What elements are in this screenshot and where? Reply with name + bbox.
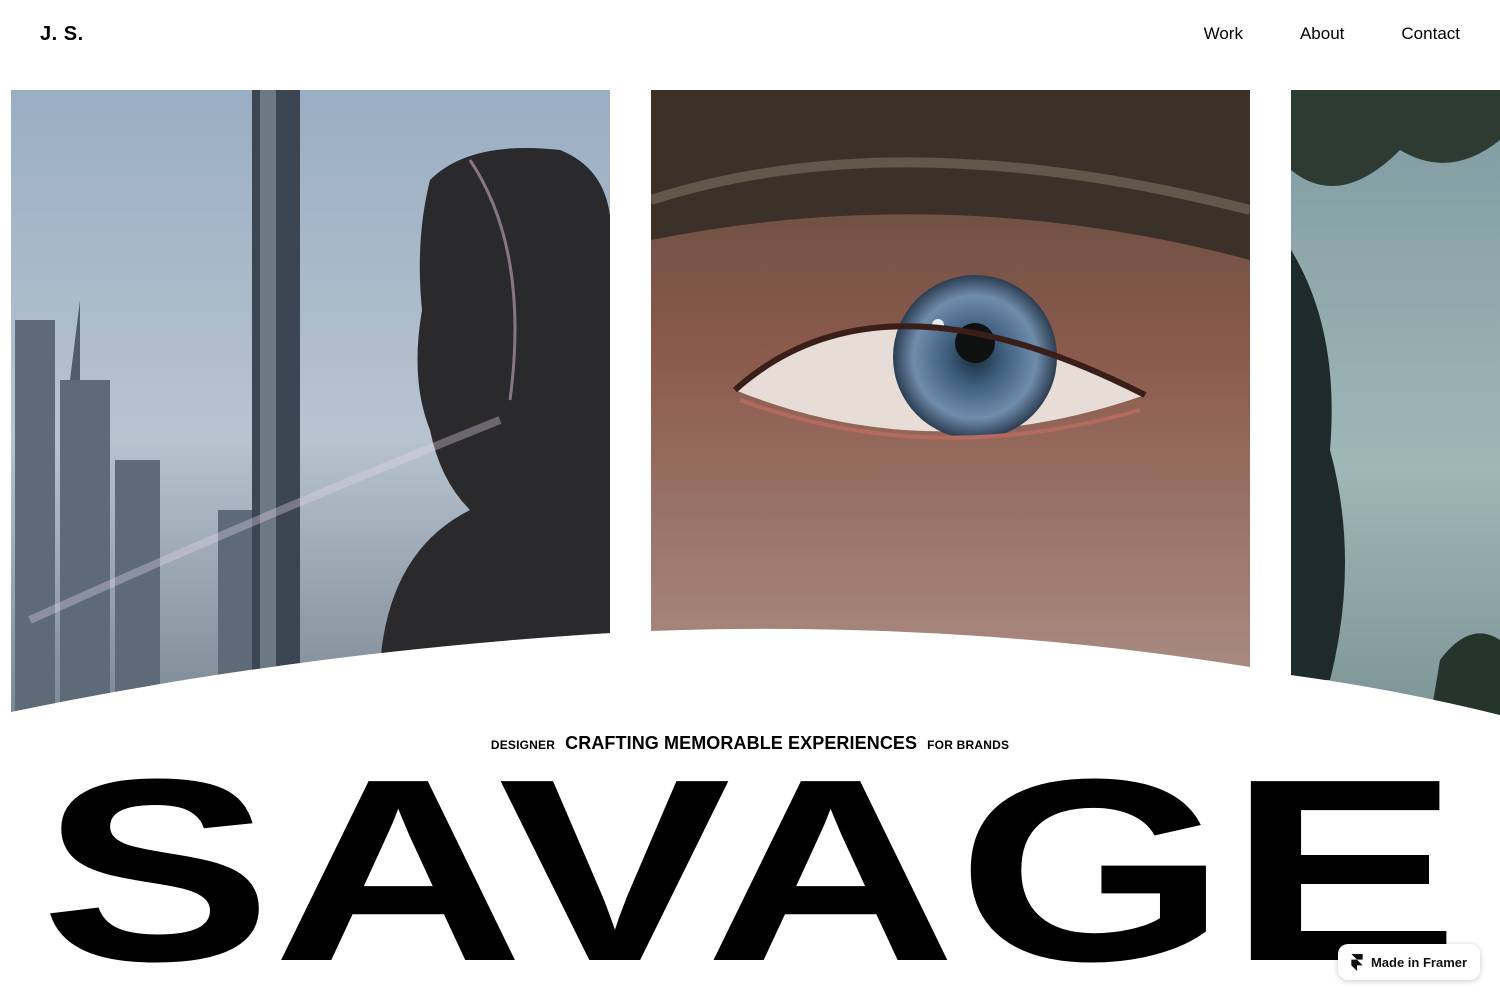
tagline-statement: CRAFTING MEMORABLE EXPERIENCES bbox=[565, 733, 918, 753]
framer-logo-icon bbox=[1351, 953, 1363, 971]
tagline-audience: FOR BRANDS bbox=[927, 738, 1010, 752]
made-in-framer-badge[interactable]: Made in Framer bbox=[1338, 944, 1480, 980]
hero-headline: SAVAGE bbox=[40, 760, 1460, 975]
close-up-eye-image[interactable] bbox=[651, 90, 1251, 670]
woman-silhouette-city-window-image[interactable] bbox=[11, 90, 611, 720]
tagline-role: DESIGNER bbox=[490, 738, 556, 752]
made-in-framer-label: Made in Framer bbox=[1370, 954, 1468, 970]
tagline: DESIGNER CRAFTING MEMORABLE EXPERIENCES … bbox=[0, 733, 1500, 754]
hero-word: SAVAGE bbox=[40, 760, 1460, 975]
figure-under-pine-trees-image[interactable] bbox=[1291, 90, 1500, 720]
